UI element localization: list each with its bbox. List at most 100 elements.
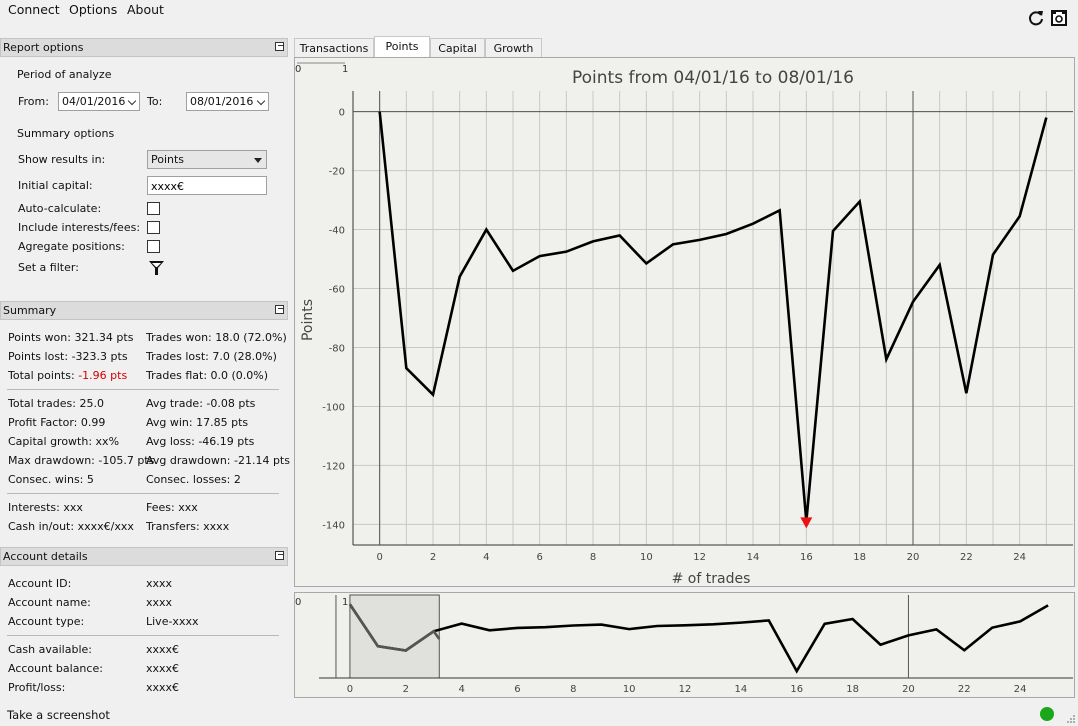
summary-header: Summary [0,301,288,320]
points-chart-svg[interactable]: 0 1 Points from 04/01/16 to 08/01/16 # o… [295,58,1074,587]
menu-options[interactable]: Options [69,2,117,17]
profit-factor: Profit Factor: 0.99 [8,416,106,429]
navigator-svg[interactable]: 0 1 0 2 4 6 8 10 12 14 16 18 20 22 24 [295,593,1074,697]
x-tick-label: 10 [640,552,653,563]
account-details-title: Account details [3,550,88,563]
trades-flat: Trades flat: 0.0 (0.0%) [146,369,269,382]
undock-icon[interactable] [275,305,284,314]
nav-x-tick-label: 4 [458,684,464,695]
summary-options-label: Summary options [17,127,115,140]
x-tick-label: 4 [483,552,489,563]
nav-x-tick-label: 14 [735,684,748,695]
x-tick-label: 8 [590,552,596,563]
show-results-value: Points [151,153,185,166]
tab-transactions[interactable]: Transactions [294,38,374,57]
avg-trade: Avg trade: -0.08 pts [146,397,256,410]
chart-title: Points from 04/01/16 to 08/01/16 [572,68,854,88]
interests: Interests: xxx [8,501,83,514]
summary-title: Summary [3,304,57,317]
fees: Fees: xxx [146,501,198,514]
transfers: Transfers: xxxx [146,520,230,533]
navigator-series-line [348,603,1049,674]
nav-x-tick-label: 2 [403,684,409,695]
points-chart: 0 1 Points from 04/01/16 to 08/01/16 # o… [294,57,1075,587]
menu-bar: Connect Options About [0,0,1078,22]
refresh-icon[interactable] [1027,9,1045,27]
avg-loss: Avg loss: -46.19 pts [146,435,255,448]
points-lost: Points lost: -323.3 pts [8,350,128,363]
y-tick-label: -100 [322,402,345,413]
navigator-chart: 0 1 0 2 4 6 8 10 12 14 16 18 20 22 24 [294,592,1075,698]
account-id-value: xxxx [146,577,173,590]
auto-calculate-checkbox[interactable] [147,202,160,215]
x-tick-label: 14 [747,552,760,563]
to-date-picker[interactable]: 08/01/2016 [186,92,269,111]
total-trades: Total trades: 25.0 [8,397,104,410]
from-label: From: [18,95,49,108]
nav-corner-label-0: 0 [295,597,301,608]
include-interests-checkbox[interactable] [147,221,160,234]
dropdown-arrow-icon [254,158,262,163]
y-tick-label: -140 [322,520,345,531]
y-tick-label: -20 [329,167,345,178]
capital-growth: Capital growth: xx% [8,435,120,448]
y-tick-label: -80 [329,343,345,354]
divider [7,635,279,636]
consec-wins: Consec. wins: 5 [8,473,94,486]
y-tick-label: -120 [322,461,345,472]
show-results-label: Show results in: [18,153,106,166]
x-tick-label: 24 [1013,552,1026,563]
profit-loss-label: Profit/loss: [8,681,66,694]
avg-drawdown: Avg drawdown: -21.14 pts [146,454,290,467]
account-id-label: Account ID: [8,577,72,590]
trades-lost: Trades lost: 7.0 (28.0%) [146,350,277,363]
report-options-header: Report options [0,38,288,57]
cash-available-value: xxxx€ [146,643,180,656]
report-options-title: Report options [3,41,84,54]
undock-icon[interactable] [275,551,284,560]
points-won: Points won: 321.34 pts [8,331,134,344]
nav-x-tick-label: 6 [514,684,520,695]
chevron-down-icon [127,96,137,106]
undock-icon[interactable] [275,42,284,51]
filter-icon[interactable] [149,260,164,276]
points-series-line [378,111,1048,522]
nav-x-tick-label: 20 [902,684,915,695]
profit-loss-value: xxxx€ [146,681,180,694]
show-results-select[interactable]: Points [147,150,267,169]
to-label: To: [147,95,163,108]
menu-about[interactable]: About [127,2,164,17]
tab-points[interactable]: Points [374,36,430,57]
tab-growth[interactable]: Growth [485,38,542,57]
avg-win: Avg win: 17.85 pts [146,416,249,429]
camera-icon[interactable] [1050,9,1068,27]
total-points: Total points: -1.96 pts [8,369,127,382]
status-text: Take a screenshot [7,708,110,722]
y-tick-label: -60 [329,285,345,296]
initial-capital-input[interactable] [147,176,267,195]
nav-x-tick-label: 10 [623,684,636,695]
auto-calculate-label: Auto-calculate: [18,202,102,215]
resize-grip-icon[interactable] [1066,714,1076,724]
agregate-positions-checkbox[interactable] [147,240,160,253]
corner-label-1: 1 [342,64,348,75]
total-points-label: Total points: [8,369,79,382]
tab-capital[interactable]: Capital [430,38,485,57]
to-date-value: 08/01/2016 [190,95,254,108]
set-filter-label: Set a filter: [18,261,79,274]
nav-x-tick-label: 0 [347,684,353,695]
nav-x-tick-label: 12 [679,684,692,695]
menu-connect[interactable]: Connect [8,2,60,17]
account-name-value: xxxx [146,596,173,609]
x-tick-label: 0 [376,552,382,563]
from-date-value: 04/01/2016 [62,95,126,108]
agregate-positions-label: Agregate positions: [18,240,125,253]
nav-x-tick-label: 8 [570,684,576,695]
trades-won: Trades won: 18.0 (72.0%) [146,331,287,344]
account-type-value: Live-xxxx [146,615,199,628]
y-tick-label: 0 [339,108,345,119]
left-panel: Report options Period of analyze From: 0… [0,38,290,702]
from-date-picker[interactable]: 04/01/2016 [58,92,140,111]
y-tick-label: -40 [329,226,345,237]
x-axis-label: # of trades [672,571,751,586]
